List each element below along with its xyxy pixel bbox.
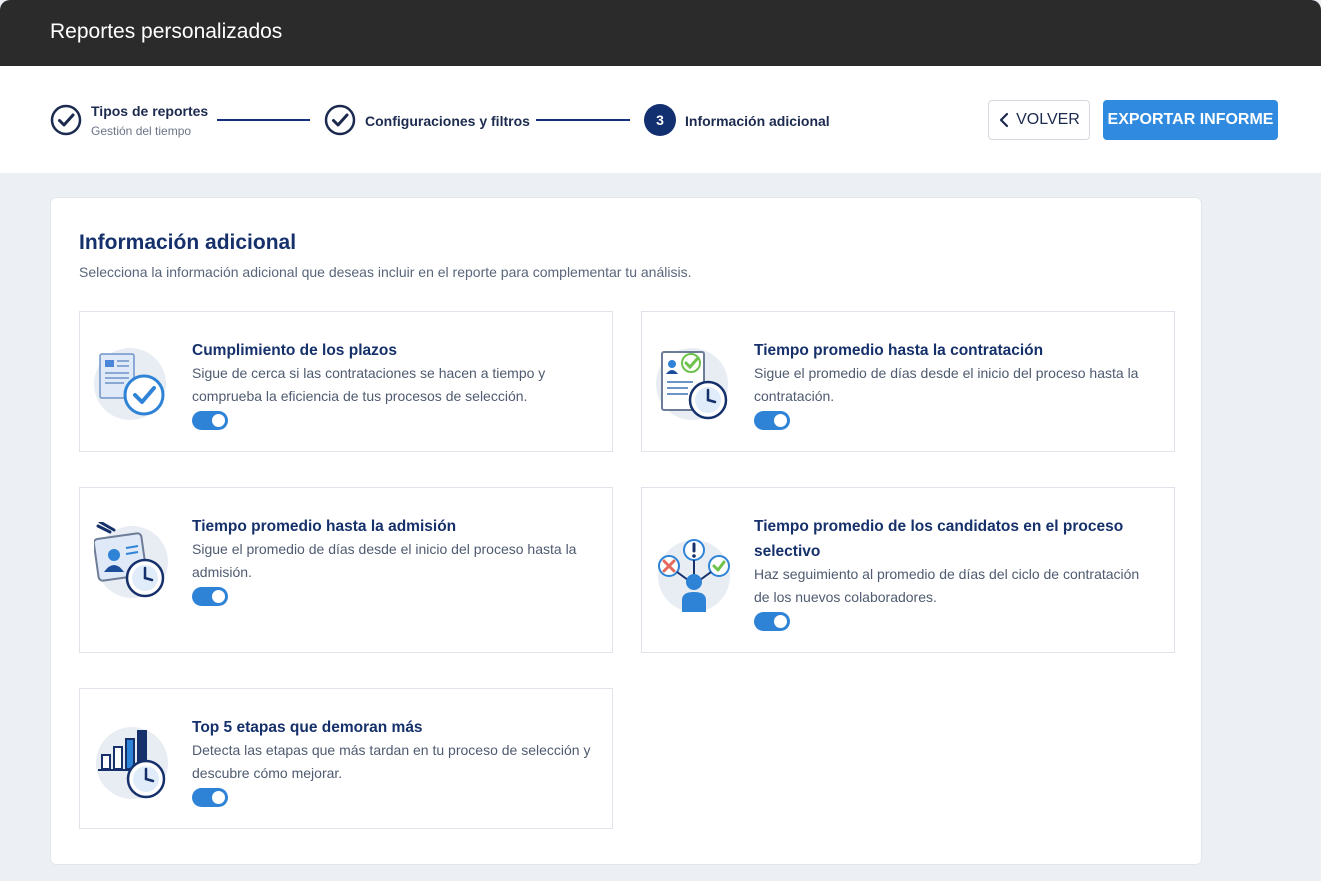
option-card: Tiempo promedio hasta la contratación Si… bbox=[641, 311, 1175, 452]
step-3-number: 3 bbox=[644, 104, 676, 136]
title-bar: Reportes personalizados bbox=[0, 0, 1321, 66]
back-button[interactable]: VOLVER bbox=[988, 100, 1090, 140]
card-title: Tiempo promedio de los candidatos en el … bbox=[754, 518, 1124, 560]
card-title: Cumplimiento de los plazos bbox=[192, 342, 397, 359]
option-card: Top 5 etapas que demoran más Detecta las… bbox=[79, 688, 613, 829]
top5-etapas-toggle[interactable] bbox=[192, 788, 228, 807]
option-card: Tiempo promedio hasta la admisión Sigue … bbox=[79, 487, 613, 653]
panel-title: Información adicional bbox=[79, 231, 297, 254]
card-description: Sigue de cerca si las contrataciones se … bbox=[192, 365, 546, 404]
badge-clock-icon bbox=[94, 522, 168, 598]
candidatos-toggle[interactable] bbox=[754, 612, 790, 631]
panel-subtitle: Selecciona la información adicional que … bbox=[79, 264, 692, 280]
checklist-clock-icon bbox=[656, 348, 728, 420]
check-circle-icon bbox=[50, 104, 82, 136]
card-title: Tiempo promedio hasta la contratación bbox=[754, 342, 1044, 359]
option-card: Tiempo promedio de los candidatos en el … bbox=[641, 487, 1175, 653]
chevron-left-icon bbox=[1000, 112, 1009, 128]
additional-info-panel: Información adicional Selecciona la info… bbox=[50, 197, 1202, 865]
app-title: Reportes personalizados bbox=[50, 20, 283, 43]
bar-chart-clock-icon bbox=[96, 727, 168, 799]
step-connector bbox=[217, 119, 310, 121]
step-3-label: Información adicional bbox=[685, 113, 830, 129]
export-report-button[interactable]: EXPORTAR INFORME bbox=[1103, 100, 1278, 140]
option-card: Cumplimiento de los plazos Sigue de cerc… bbox=[79, 311, 613, 452]
cumplimiento-toggle[interactable] bbox=[192, 411, 228, 430]
step-2-label: Configuraciones y filtros bbox=[365, 113, 530, 129]
card-description: Sigue el promedio de días desde el inici… bbox=[754, 365, 1139, 404]
card-title: Top 5 etapas que demoran más bbox=[192, 719, 423, 736]
stepper-bar: Tipos de reportes Gestión del tiempo Con… bbox=[0, 66, 1321, 173]
check-circle-icon bbox=[324, 104, 356, 136]
step-1-label: Tipos de reportes bbox=[91, 103, 209, 119]
card-description: Haz seguimiento al promedio de días del … bbox=[754, 566, 1140, 605]
card-description: Detecta las etapas que más tardan en tu … bbox=[192, 742, 591, 781]
card-title: Tiempo promedio hasta la admisión bbox=[192, 518, 457, 535]
contratacion-toggle[interactable] bbox=[754, 411, 790, 430]
document-check-icon bbox=[94, 348, 166, 420]
candidate-decision-icon bbox=[658, 539, 730, 612]
card-description: Sigue el promedio de días desde el inici… bbox=[192, 541, 577, 580]
step-connector bbox=[536, 119, 630, 121]
step-1-sublabel: Gestión del tiempo bbox=[91, 124, 192, 138]
back-button-label: VOLVER bbox=[1016, 111, 1080, 128]
admision-toggle[interactable] bbox=[192, 587, 228, 606]
